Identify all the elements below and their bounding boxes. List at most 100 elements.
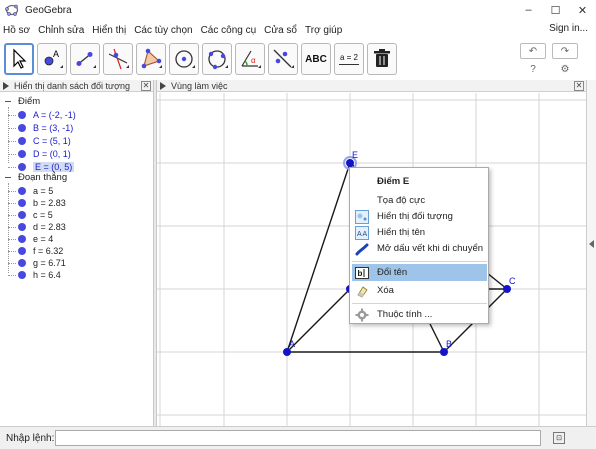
segments-group-header[interactable]: Đoạn thẳng (4, 171, 67, 183)
menu-item-polar-coords[interactable]: Tọa độ cực (352, 192, 487, 209)
perpendicular-line-icon (108, 48, 129, 70)
point-visibility-icon[interactable] (18, 111, 26, 119)
panel-collapse-arrow-icon[interactable] (160, 81, 166, 90)
point-tool-button[interactable]: A (37, 43, 67, 75)
point-a[interactable] (283, 348, 291, 356)
point-c[interactable] (503, 285, 511, 293)
segment-ae[interactable] (286, 162, 351, 353)
graphics-view-header: Vùng làm việc ✕ (157, 80, 586, 92)
input-help-icon[interactable]: ⊡ (553, 432, 565, 444)
polygon-tool-button[interactable] (136, 43, 166, 75)
menu-help[interactable]: Trợ giúp (301, 25, 346, 36)
segment-visibility-icon[interactable] (18, 247, 26, 255)
menu-window[interactable]: Cửa sổ (260, 25, 301, 36)
algebra-view-title: Hiển thị danh sách đối tượng (14, 80, 130, 91)
command-input[interactable] (55, 430, 541, 446)
reflect-line-icon (273, 49, 294, 68)
label-a: A (289, 339, 295, 349)
segment-visibility-icon[interactable] (18, 199, 26, 207)
collapse-minus-icon[interactable] (4, 173, 12, 181)
algebra-item-segment-b[interactable]: b = 2.83 (8, 197, 148, 209)
algebra-close-icon[interactable]: ✕ (141, 81, 151, 91)
point-e[interactable] (346, 159, 354, 167)
svg-text:α: α (251, 56, 256, 65)
menu-view[interactable]: Hiển thị (88, 25, 130, 36)
segment-ad[interactable] (286, 288, 351, 353)
algebra-view-header: Hiển thị danh sách đối tượng ✕ (0, 80, 153, 92)
graphics-close-icon[interactable]: ✕ (574, 81, 584, 91)
trace-icon (355, 242, 369, 256)
segment-visibility-icon[interactable] (18, 187, 26, 195)
algebra-item-segment-h[interactable]: h = 6.4 (8, 269, 148, 281)
toolbar: A α ABC a = 2 ↶ ↷ ? ⚙ (0, 40, 596, 78)
help-button[interactable]: ? (520, 61, 546, 77)
point-visibility-icon[interactable] (18, 124, 26, 132)
svg-text:A: A (357, 231, 362, 238)
expand-left-arrow-icon[interactable] (589, 240, 594, 248)
algebra-item-point-b[interactable]: B = (3, -1) (8, 122, 148, 134)
redo-button[interactable]: ↷ (552, 43, 578, 59)
algebra-item-segment-e[interactable]: e = 4 (8, 233, 148, 245)
menu-tools[interactable]: Các công cụ (197, 25, 261, 36)
collapse-minus-icon[interactable] (4, 97, 12, 105)
perpendicular-tool-button[interactable] (103, 43, 133, 75)
menu-bar: Hồ sơ Chỉnh sửa Hiển thị Các tùy chọn Cá… (0, 21, 596, 39)
algebra-item-point-d[interactable]: D = (0, 1) (8, 148, 148, 160)
circle-three-points-tool-button[interactable] (202, 43, 232, 75)
algebra-item-segment-f[interactable]: f = 6.32 (8, 245, 148, 257)
menu-item-show-label[interactable]: AA Hiển thị tên (352, 224, 487, 241)
undo-button[interactable]: ↶ (520, 43, 546, 59)
menu-item-rename[interactable]: b Đổi tên (352, 264, 487, 281)
side-collapse-tab[interactable] (586, 80, 596, 426)
context-menu-title: Điểm E (377, 176, 410, 187)
algebra-item-segment-a[interactable]: a = 5 (8, 185, 148, 197)
gear-icon (355, 308, 369, 322)
menu-item-delete[interactable]: Xóa (352, 282, 487, 299)
panel-collapse-arrow-icon[interactable] (3, 81, 9, 90)
circle-icon (175, 50, 195, 68)
segment-visibility-icon[interactable] (18, 259, 26, 267)
segment-visibility-icon[interactable] (18, 211, 26, 219)
svg-text:b: b (358, 269, 363, 278)
menu-item-trace[interactable]: Mở dấu vết khi di chuyển (352, 240, 487, 257)
close-window-button[interactable]: ✕ (569, 0, 596, 20)
sign-in-link[interactable]: Sign in... (549, 23, 588, 34)
segment-visibility-icon[interactable] (18, 235, 26, 243)
point-visibility-icon[interactable] (18, 163, 26, 171)
menu-edit[interactable]: Chỉnh sửa (34, 25, 88, 36)
algebra-item-segment-d[interactable]: d = 2.83 (8, 221, 148, 233)
segment-visibility-icon[interactable] (18, 271, 26, 279)
line-tool-button[interactable] (70, 43, 100, 75)
angle-tool-button[interactable]: α (235, 43, 265, 75)
point-b[interactable] (440, 348, 448, 356)
maximize-button[interactable]: ☐ (542, 0, 569, 20)
point-visibility-icon[interactable] (18, 137, 26, 145)
reflect-tool-button[interactable] (268, 43, 298, 75)
menu-item-show-object[interactable]: Hiển thị đối tượng (352, 208, 487, 225)
point-visibility-icon[interactable] (18, 150, 26, 158)
delete-tool-button[interactable] (367, 43, 397, 75)
show-object-icon (355, 209, 369, 224)
menu-options[interactable]: Các tùy chọn (130, 25, 196, 36)
algebra-item-point-c[interactable]: C = (5, 1) (8, 135, 148, 147)
minimize-button[interactable]: – (515, 0, 542, 20)
settings-gear-icon[interactable]: ⚙ (552, 61, 578, 77)
line-icon (76, 52, 96, 68)
input-bar: Nhập lệnh: ⊡ (0, 426, 596, 449)
points-group-header[interactable]: Điểm (4, 95, 40, 107)
algebra-item-segment-c[interactable]: c = 5 (8, 209, 148, 221)
menu-file[interactable]: Hồ sơ (0, 25, 34, 36)
circle-tool-button[interactable] (169, 43, 199, 75)
segment-visibility-icon[interactable] (18, 223, 26, 231)
point-icon: A (44, 49, 63, 68)
slider-tool-button[interactable]: a = 2 (334, 43, 364, 75)
algebra-item-segment-g[interactable]: g = 6.71 (8, 257, 148, 269)
title-bar: GeoGebra – ☐ ✕ (0, 0, 596, 20)
move-tool-button[interactable] (4, 43, 34, 75)
angle-icon: α (241, 50, 261, 68)
menu-item-properties[interactable]: Thuộc tính ... (352, 306, 487, 323)
algebra-item-point-a[interactable]: A = (-2, -1) (8, 109, 148, 121)
trash-can-icon (374, 49, 390, 67)
text-tool-button[interactable]: ABC (301, 43, 331, 75)
label-c: C (509, 276, 516, 286)
